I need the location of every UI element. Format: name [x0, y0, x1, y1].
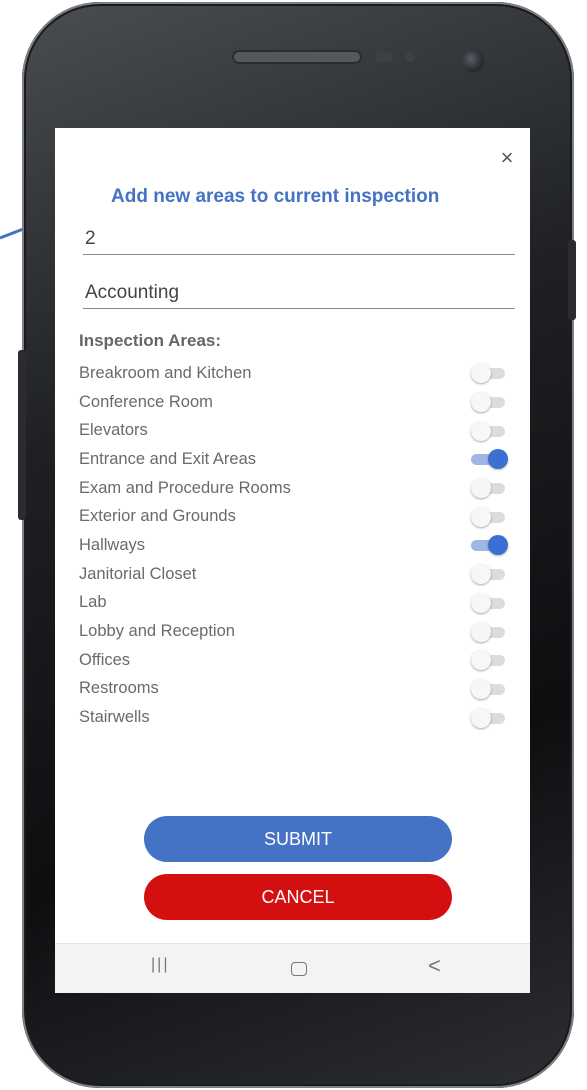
- area-label: Lobby and Reception: [79, 622, 235, 641]
- light-sensor: [405, 52, 415, 62]
- area-row: Restrooms: [79, 675, 509, 704]
- area-toggle[interactable]: [471, 392, 509, 413]
- area-toggle[interactable]: [471, 564, 509, 585]
- area-toggle[interactable]: [471, 478, 509, 499]
- area-label: Exterior and Grounds: [79, 507, 236, 526]
- submit-button[interactable]: SUBMIT: [144, 816, 452, 862]
- area-label: Elevators: [79, 421, 148, 440]
- area-row: Lobby and Reception: [79, 617, 509, 646]
- area-row: Offices: [79, 646, 509, 675]
- area-row: Janitorial Closet: [79, 560, 509, 589]
- area-row: Conference Room: [79, 388, 509, 417]
- area-toggle[interactable]: [471, 592, 509, 613]
- home-icon[interactable]: [291, 962, 307, 976]
- area-row: Elevators: [79, 416, 509, 445]
- area-toggle[interactable]: [471, 449, 509, 470]
- area-toggle[interactable]: [471, 621, 509, 642]
- close-icon[interactable]: ×: [495, 146, 519, 170]
- area-label: Lab: [79, 593, 107, 612]
- area-row: Stairwells: [79, 703, 509, 732]
- area-row: Breakroom and Kitchen: [79, 359, 509, 388]
- earpiece-speaker: [232, 50, 362, 64]
- area-row: Entrance and Exit Areas: [79, 445, 509, 474]
- area-label: Entrance and Exit Areas: [79, 449, 257, 468]
- area-toggle[interactable]: [471, 678, 509, 699]
- section-label: Inspection Areas:: [79, 331, 222, 350]
- area-row: Exterior and Grounds: [79, 502, 509, 531]
- power-button: [568, 240, 576, 320]
- area-toggle[interactable]: [471, 420, 509, 441]
- back-icon[interactable]: <: [428, 953, 441, 979]
- area-row: Exam and Procedure Rooms: [79, 474, 509, 503]
- android-nav-bar: ||| <: [55, 943, 530, 993]
- area-row: Lab: [79, 589, 509, 618]
- app-screen: × Add new areas to current inspection In…: [55, 128, 530, 993]
- area-label: Breakroom and Kitchen: [79, 363, 252, 382]
- front-camera: [462, 50, 484, 72]
- cancel-button[interactable]: CANCEL: [144, 874, 452, 920]
- dialog-title: Add new areas to current inspection: [111, 186, 440, 207]
- area-toggle[interactable]: [471, 535, 509, 556]
- area-label: Stairwells: [79, 708, 150, 727]
- area-label: Hallways: [79, 535, 146, 554]
- area-row: Hallways: [79, 531, 509, 560]
- proximity-sensor: [375, 52, 393, 62]
- recent-apps-icon[interactable]: |||: [151, 956, 169, 974]
- inspection-areas-list: Breakroom and Kitchen Conference Room El…: [79, 359, 509, 732]
- area-label: Offices: [79, 650, 131, 669]
- area-label: Janitorial Closet: [79, 564, 197, 583]
- area-toggle[interactable]: [471, 707, 509, 728]
- area-toggle[interactable]: [471, 650, 509, 671]
- area-toggle[interactable]: [471, 363, 509, 384]
- area-toggle[interactable]: [471, 506, 509, 527]
- area-label: Exam and Procedure Rooms: [79, 478, 291, 497]
- department-field[interactable]: [83, 278, 515, 309]
- volume-button: [18, 350, 26, 520]
- area-number-field[interactable]: [83, 224, 515, 255]
- area-label: Conference Room: [79, 392, 213, 411]
- area-label: Restrooms: [79, 679, 159, 698]
